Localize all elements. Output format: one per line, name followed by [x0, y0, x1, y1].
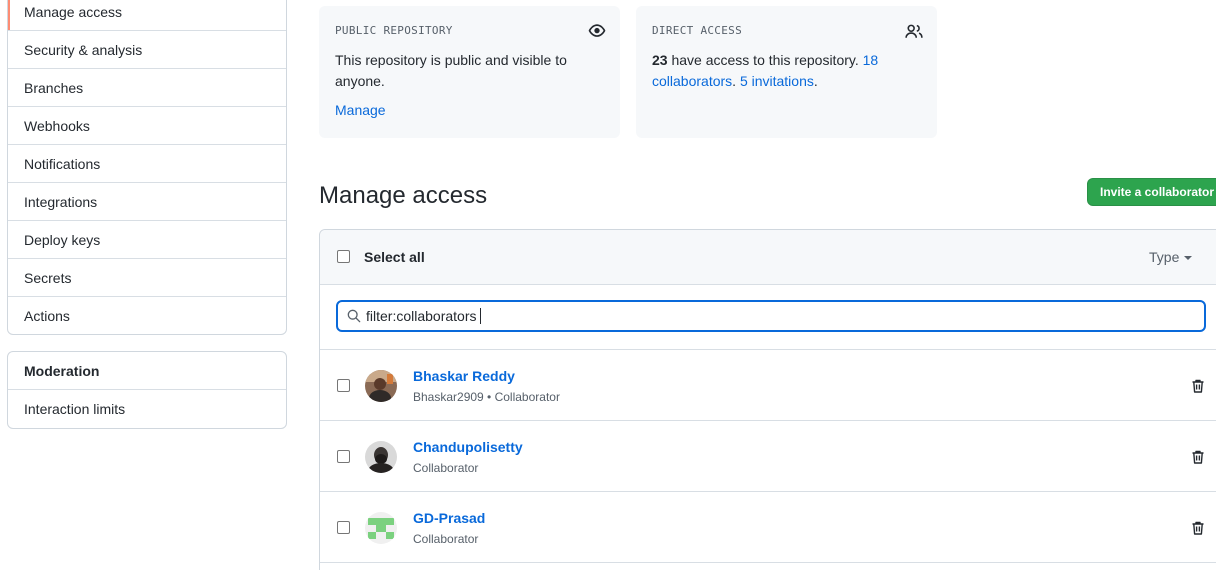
- table-row: Bhaskar Reddy Bhaskar2909 • Collaborator: [320, 350, 1216, 421]
- sidebar-item-integrations[interactable]: Integrations: [8, 183, 286, 221]
- sidebar-item-label: Security & analysis: [24, 41, 143, 58]
- select-all-checkbox[interactable]: [337, 250, 350, 263]
- moderation-heading: Moderation: [8, 352, 286, 390]
- sidebar-item-label: Notifications: [24, 155, 101, 172]
- table-header: Select all Type: [320, 230, 1216, 285]
- sidebar-item-security-analysis[interactable]: Security & analysis: [8, 31, 286, 69]
- sidebar-item-branches[interactable]: Branches: [8, 69, 286, 107]
- search-row: [320, 285, 1216, 350]
- avatar[interactable]: [365, 441, 397, 473]
- collaborator-name-link[interactable]: Chandupolisetty: [413, 439, 523, 455]
- search-input[interactable]: [366, 302, 1186, 330]
- settings-sidebar: Manage access Security & analysis Branch…: [7, 0, 287, 335]
- card-label: DIRECT ACCESS: [652, 24, 742, 37]
- manage-visibility-link[interactable]: Manage: [335, 102, 604, 118]
- type-filter-label: Type: [1149, 249, 1180, 265]
- avatar[interactable]: [365, 512, 397, 544]
- sidebar-item-deploy-keys[interactable]: Deploy keys: [8, 221, 286, 259]
- sidebar-item-label: Actions: [24, 308, 70, 324]
- text-cursor: [480, 308, 481, 324]
- trash-icon[interactable]: [1190, 449, 1206, 465]
- search-field[interactable]: [336, 300, 1206, 332]
- access-table: Select all Type Bhaskar Reddy Bhaskar290…: [319, 229, 1216, 570]
- people-icon: [905, 24, 923, 38]
- sidebar-item-label: Manage access: [24, 3, 123, 20]
- sidebar-item-label: Webhooks: [24, 117, 90, 134]
- table-row: GD-Prasad Collaborator: [320, 492, 1216, 563]
- sidebar-item-label: Interaction limits: [24, 401, 126, 417]
- row-checkbox[interactable]: [337, 450, 350, 463]
- search-icon: [347, 309, 361, 323]
- direct-access-card: DIRECT ACCESS 23 have access to this rep…: [636, 6, 937, 138]
- invite-collaborator-button[interactable]: Invite a collaborator: [1087, 178, 1216, 206]
- row-checkbox[interactable]: [337, 379, 350, 392]
- access-text: have access to this repository.: [671, 52, 859, 68]
- sidebar-item-webhooks[interactable]: Webhooks: [8, 107, 286, 145]
- sidebar-item-notifications[interactable]: Notifications: [8, 145, 286, 183]
- collaborator-meta: Bhaskar2909 • Collaborator: [413, 390, 560, 404]
- type-filter-dropdown[interactable]: Type: [1149, 249, 1193, 265]
- collaborator-meta: Collaborator: [413, 461, 479, 475]
- sidebar-item-label: Secrets: [24, 269, 72, 286]
- chevron-down-icon: [1184, 256, 1193, 261]
- direct-access-description: 23 have access to this repository. 18 co…: [652, 52, 879, 89]
- moderation-sidebar: Moderation Interaction limits: [7, 351, 287, 429]
- public-description: This repository is public and visible to…: [335, 52, 567, 89]
- select-all-label: Select all: [364, 249, 425, 265]
- collaborator-name-link[interactable]: Bhaskar Reddy: [413, 368, 515, 384]
- sidebar-item-manage-access[interactable]: Manage access: [8, 0, 286, 31]
- card-label: PUBLIC REPOSITORY: [335, 24, 453, 37]
- sidebar-item-label: Branches: [24, 79, 84, 96]
- trash-icon[interactable]: [1190, 378, 1206, 394]
- invitations-link[interactable]: 5 invitations: [740, 73, 814, 89]
- avatar[interactable]: [365, 370, 397, 402]
- public-repository-card: PUBLIC REPOSITORY This repository is pub…: [319, 6, 620, 138]
- eye-icon: [588, 24, 606, 37]
- sidebar-item-label: Integrations: [24, 193, 98, 210]
- sidebar-item-secrets[interactable]: Secrets: [8, 259, 286, 297]
- collaborator-meta: Collaborator: [413, 532, 479, 546]
- collaborator-name-link[interactable]: GD-Prasad: [413, 510, 485, 526]
- sidebar-item-interaction-limits[interactable]: Interaction limits: [8, 390, 286, 428]
- page-title: Manage access: [319, 182, 488, 209]
- table-row: Chandupolisetty Collaborator: [320, 421, 1216, 492]
- row-checkbox[interactable]: [337, 521, 350, 534]
- sidebar-item-label: Deploy keys: [24, 231, 101, 248]
- sidebar-item-actions[interactable]: Actions: [8, 297, 286, 334]
- access-count: 23: [652, 52, 668, 68]
- trash-icon[interactable]: [1190, 520, 1206, 536]
